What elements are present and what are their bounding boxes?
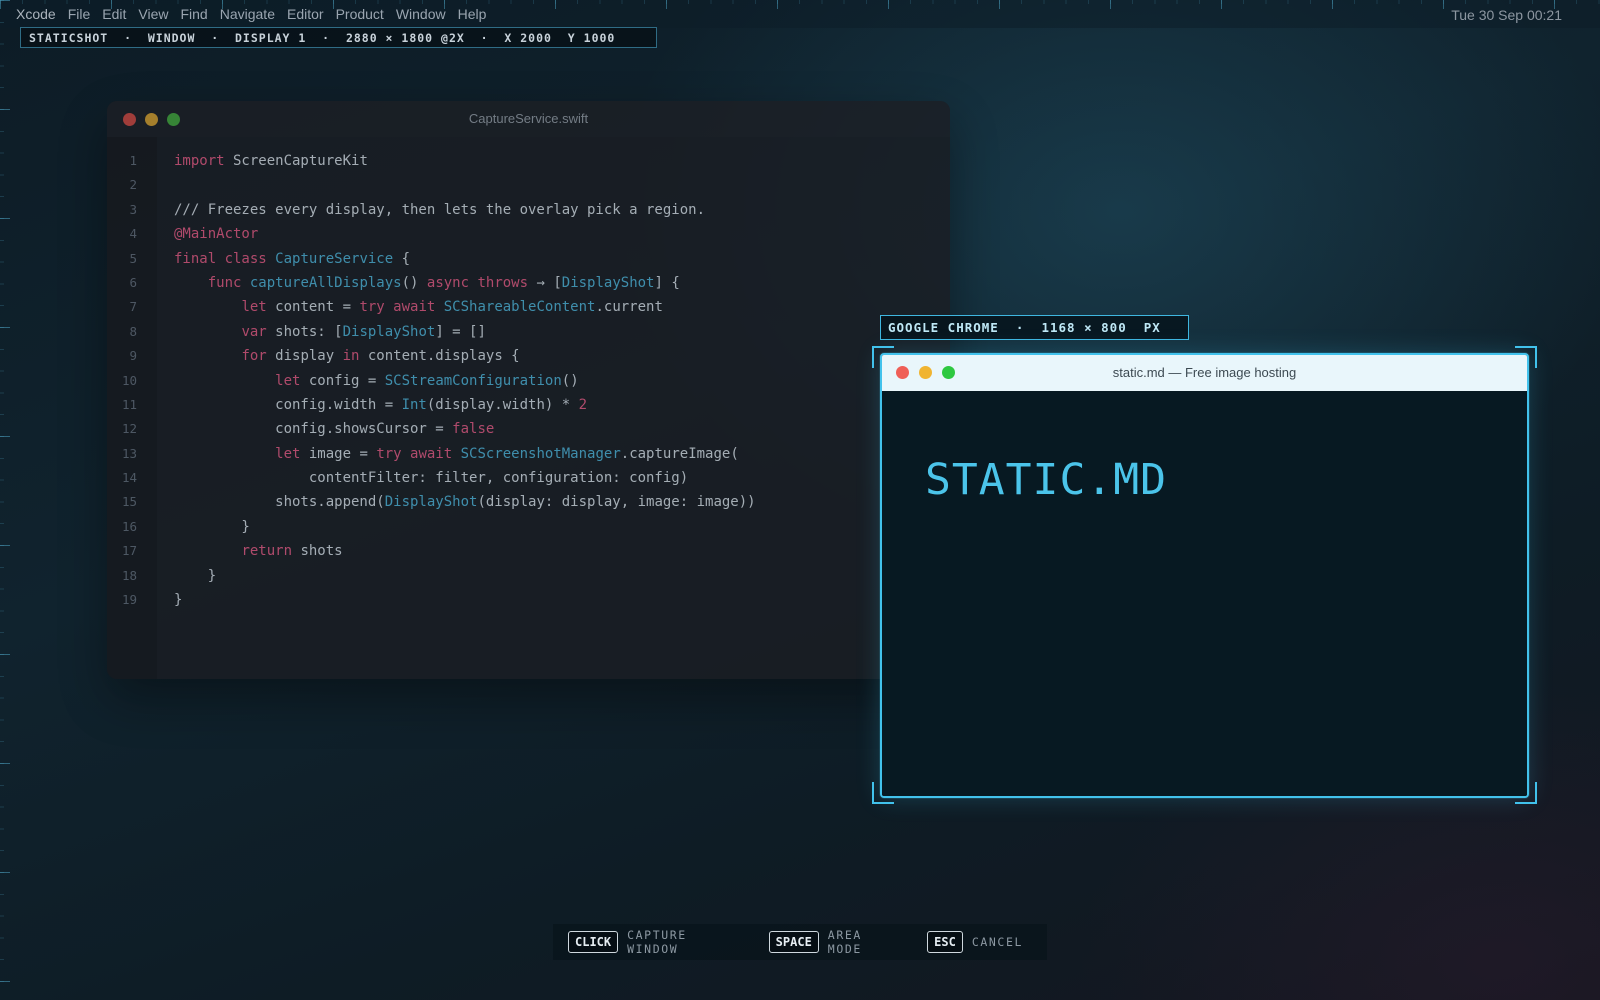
code-line: 15 shots.append(DisplayShot(display: dis… [107, 490, 950, 514]
menu-bar: Xcode File Edit View Find Navigate Edito… [0, 0, 1600, 28]
menu-editor[interactable]: Editor [287, 6, 324, 22]
menu-window[interactable]: Window [396, 6, 446, 22]
code-line: 8 var shots: [DisplayShot] = [] [107, 320, 950, 344]
code-line: 18 } [107, 564, 950, 588]
line-number: 13 [121, 445, 137, 461]
line-number: 12 [121, 421, 137, 437]
code-line: 12 config.showsCursor = false [107, 417, 950, 441]
hint-label: CAPTURE WINDOW [627, 928, 687, 956]
line-number: 5 [129, 250, 137, 266]
hint-area-mode[interactable]: SPACE AREA MODE [768, 928, 903, 956]
code-line: 11 config.width = Int(display.width) * 2 [107, 393, 950, 417]
line-number: 2 [129, 177, 137, 193]
chrome-page-content[interactable]: STATIC.MD [882, 391, 1527, 796]
line-number: 9 [129, 348, 137, 364]
shortcut-hint-bar: CLICK CAPTURE WINDOW SPACE AREA MODE ESC… [553, 924, 1047, 960]
code-line: 4 @MainActor [107, 222, 950, 246]
editor-titlebar[interactable]: CaptureService.swift [107, 101, 950, 137]
code-line: 14 contentFilter: filter, configuration:… [107, 466, 950, 490]
hint-label: AREA MODE [827, 928, 862, 956]
line-number: 15 [121, 494, 137, 510]
code-line: 13 let image = try await SCScreenshotMan… [107, 442, 950, 466]
code-line: 19} [107, 588, 950, 612]
hint-cancel[interactable]: ESC CANCEL [927, 931, 1023, 953]
site-title: STATIC.MD [925, 455, 1167, 505]
code-line: 7 let content = try await SCShareableCon… [107, 295, 950, 319]
menu-edit[interactable]: Edit [102, 6, 126, 22]
editor-title: CaptureService.swift [468, 111, 589, 126]
menu-find[interactable]: Find [180, 6, 207, 22]
line-number: 8 [129, 323, 137, 339]
hint-label: CANCEL [971, 935, 1023, 949]
code-line: 16 } [107, 515, 950, 539]
line-number: 14 [121, 470, 137, 486]
code-line: 9 for display in content.displays { [107, 344, 950, 368]
line-number: 18 [121, 567, 137, 583]
menu-bar-clock[interactable]: Tue 30 Sep 00:21 [1451, 7, 1562, 23]
space-key: SPACE [768, 931, 819, 953]
line-number: 10 [121, 372, 137, 388]
click-key: CLICK [568, 931, 619, 953]
esc-key: ESC [927, 931, 963, 953]
code-line: 10 let config = SCStreamConfiguration() [107, 369, 950, 393]
menu-app-name[interactable]: Xcode [16, 6, 56, 22]
line-number: 7 [129, 299, 137, 315]
code-area[interactable]: 1 import ScreenCaptureKit 2 3/// Freezes … [107, 149, 950, 612]
line-number: 3 [129, 201, 137, 217]
line-number: 17 [121, 543, 137, 559]
chrome-window[interactable]: static.md — Free image hosting STATIC.MD [880, 353, 1529, 798]
code-line: 6 func captureAllDisplays() async throws… [107, 271, 950, 295]
code-line: 5 final class CaptureService { [107, 247, 950, 271]
menu-help[interactable]: Help [458, 6, 487, 22]
menu-file[interactable]: File [68, 6, 91, 22]
line-number: 19 [121, 592, 137, 608]
code-line: 3/// Freezes every display, then lets th… [107, 198, 950, 222]
hint-capture-window[interactable]: CLICK CAPTURE WINDOW [568, 928, 745, 956]
line-number: 4 [129, 226, 137, 242]
capture-status-chip: STATICSHOT · WINDOW · DISPLAY 1 · 2880 ×… [20, 27, 657, 48]
target-window-label: GOOGLE CHROME · 1168 × 800 PX [880, 315, 1189, 340]
chrome-titlebar[interactable]: static.md — Free image hosting [882, 355, 1527, 391]
menu-product[interactable]: Product [336, 6, 384, 22]
menu-navigate[interactable]: Navigate [220, 6, 275, 22]
xcode-editor-window[interactable]: CaptureService.swift 1 import ScreenCaptu… [107, 101, 950, 679]
left-ruler [0, 0, 10, 1000]
code-line: 17 return shots [107, 539, 950, 563]
line-number: 16 [121, 518, 137, 534]
line-number: 11 [121, 396, 137, 412]
line-number: 6 [129, 274, 137, 290]
menu-view[interactable]: View [138, 6, 168, 22]
code-line: 2 [107, 173, 950, 197]
chrome-window-title: static.md — Free image hosting [1112, 365, 1297, 380]
code-line: 1 import ScreenCaptureKit [107, 149, 950, 173]
line-number: 1 [129, 153, 137, 168]
